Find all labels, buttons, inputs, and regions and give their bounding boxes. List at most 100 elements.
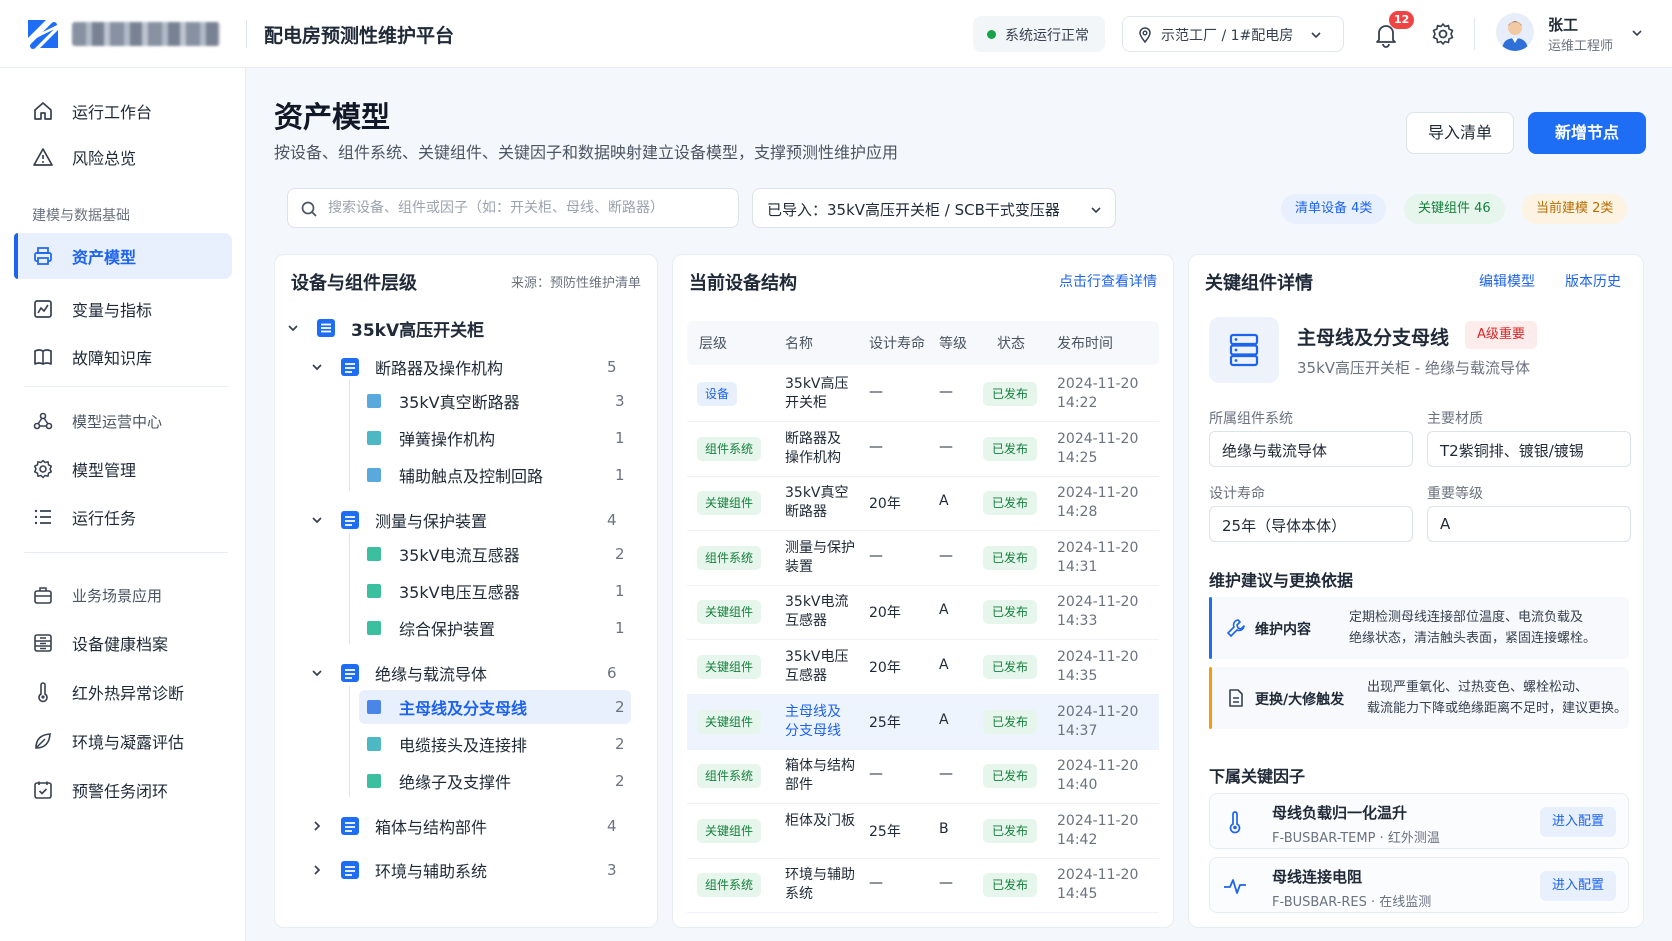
table-row[interactable]: 关键组件 柜体及门板 25年 B 已发布 2024-11-20 14:42 xyxy=(687,804,1159,859)
tree-node-leaf[interactable]: 35kV真空断路器 3 xyxy=(359,384,631,418)
tree-leaf-label: 绝缘子及支撑件 xyxy=(399,773,512,792)
user-name[interactable]: 张工 xyxy=(1548,14,1578,35)
factor-code: F-BUSBAR-RES · 在线监测 xyxy=(1272,895,1432,910)
flow-icon xyxy=(33,412,53,430)
divider xyxy=(246,20,247,48)
status-badge: 已发布 xyxy=(983,382,1038,406)
table-row[interactable]: 设备 35kV高压 开关柜 — — 已发布 2024-11-20 14:22 xyxy=(687,367,1159,422)
version-history-link[interactable]: 版本历史 xyxy=(1565,271,1621,291)
factor-item[interactable]: 母线负载归一化温升 F-BUSBAR-TEMP · 红外测温 进入配置 xyxy=(1209,793,1629,849)
table-row[interactable]: 关键组件 主母线及 分支母线 25年 A 已发布 2024-11-20 14:37 xyxy=(687,694,1159,750)
tree-count: 6 xyxy=(607,664,617,682)
table-row[interactable]: 关键组件 35kV电压 互感器 20年 A 已发布 2024-11-20 14:35 xyxy=(687,640,1159,695)
chip-current-modeling[interactable]: 当前建模 2类 xyxy=(1522,194,1628,224)
sidebar-item-asset-model[interactable]: 资产模型 xyxy=(14,233,232,279)
structure-card: 当前设备结构 点击行查看详情 层级 名称 设计寿命 等级 状态 发布时间 设备 3… xyxy=(672,254,1174,928)
status-dot-icon xyxy=(987,30,996,39)
sidebar-item-model-mgmt[interactable]: 模型管理 xyxy=(14,446,232,492)
factor-item[interactable]: 母线连接电阻 F-BUSBAR-RES · 在线监测 进入配置 xyxy=(1209,857,1629,913)
configure-button[interactable]: 进入配置 xyxy=(1539,807,1616,837)
sidebar-item-fault-kb[interactable]: 故障知识库 xyxy=(14,334,232,380)
search-box[interactable] xyxy=(287,188,739,228)
add-node-button[interactable]: 新增节点 xyxy=(1528,112,1646,154)
row-name-line: 断路器及 xyxy=(785,430,841,447)
edit-model-link[interactable]: 编辑模型 xyxy=(1479,271,1535,291)
row-time: 2024-11-20 14:35 xyxy=(1057,648,1138,686)
module-icon xyxy=(341,511,359,529)
table-row[interactable]: 组件系统 环境与辅助 系统 — — 已发布 2024-11-20 14:45 xyxy=(687,858,1159,914)
row-time: 2024-11-20 14:22 xyxy=(1057,375,1138,413)
maintenance-advice: 维护内容 定期检测母线连接部位温度、电流负载及 绝缘状态，清洁触头表面，紧固连接… xyxy=(1209,597,1629,659)
card-title: 当前设备结构 xyxy=(689,273,797,294)
location-select[interactable]: 示范工厂 / 1#配电房 xyxy=(1122,16,1344,52)
tree-node-leaf[interactable]: 辅助触点及控制回路 1 xyxy=(359,458,631,492)
module-icon xyxy=(341,817,359,835)
system-field[interactable]: 绝缘与载流导体 xyxy=(1209,431,1413,467)
row-life: — xyxy=(869,547,883,564)
row-name: 柜体及门板 xyxy=(785,812,857,831)
imported-select[interactable]: 已导入：35kV高压开关柜 / SCB干式变压器 xyxy=(752,188,1116,228)
tree-leaf-marker xyxy=(367,737,381,751)
tree-node-group[interactable]: 断路器及操作机构 5 xyxy=(309,350,629,384)
row-time: 2024-11-20 14:40 xyxy=(1057,757,1138,795)
gear-icon[interactable] xyxy=(1430,21,1456,47)
section-label: 建模与数据基础 xyxy=(32,208,130,224)
tree-count: 1 xyxy=(615,619,625,637)
field-label: 设计寿命 xyxy=(1209,486,1265,502)
tree-node-leaf[interactable]: 综合保护装置 1 xyxy=(359,611,631,645)
level-tag: 组件系统 xyxy=(697,873,762,898)
col-grade: 等级 xyxy=(939,336,967,352)
chevron-down-icon[interactable] xyxy=(1630,26,1644,40)
sidebar-item-label: 模型管理 xyxy=(72,461,137,480)
tree-node-leaf[interactable]: 绝缘子及支撑件 2 xyxy=(359,764,631,798)
user-role: 运维工程师 xyxy=(1548,39,1614,54)
sidebar-item-run-tasks[interactable]: 运行任务 xyxy=(14,494,232,540)
table-row[interactable]: 关键组件 35kV真空 断路器 20年 A 已发布 2024-11-20 14:28 xyxy=(687,476,1159,532)
tree-node-leaf[interactable]: 电缆接头及连接排 2 xyxy=(359,727,631,761)
grade-field[interactable]: A xyxy=(1427,506,1631,542)
sidebar-item-risk[interactable]: 风险总览 xyxy=(14,134,232,180)
sidebar-item-label: 故障知识库 xyxy=(72,349,153,368)
tree-node-group[interactable]: 环境与辅助系统 3 xyxy=(309,853,629,887)
sidebar-item-health-archive[interactable]: 设备健康档案 xyxy=(14,620,232,666)
sidebar-item-alert-loop[interactable]: 预警任务闭环 xyxy=(14,767,232,813)
view-detail-link[interactable]: 点击行查看详情 xyxy=(1059,271,1157,291)
row-name: 35kV电流 互感器 xyxy=(785,593,857,631)
tree-count: 1 xyxy=(615,429,625,447)
tree-root-label: 35kV高压开关柜 xyxy=(351,320,485,341)
table-row[interactable]: 组件系统 测量与保护 装置 — — 已发布 2024-11-20 14:31 xyxy=(687,531,1159,586)
tree-node-group[interactable]: 测量与保护装置 4 xyxy=(309,503,629,537)
table-row[interactable]: 组件系统 箱体与结构 部件 — — 已发布 2024-11-20 14:40 xyxy=(687,749,1159,805)
tree-node-leaf[interactable]: 主母线及分支母线 2 xyxy=(359,690,631,724)
row-name-line: 系统 xyxy=(785,886,813,903)
notification-badge: 12 xyxy=(1389,11,1415,29)
sidebar-item-infrared[interactable]: 红外热异常诊断 xyxy=(14,669,232,715)
tree-group-label: 测量与保护装置 xyxy=(375,512,488,531)
table-row[interactable]: 关键组件 35kV电流 互感器 20年 A 已发布 2024-11-20 14:33 xyxy=(687,585,1159,641)
tree-node-root[interactable]: 35kV高压开关柜 xyxy=(285,311,484,345)
row-name: 断路器及 操作机构 xyxy=(785,430,857,468)
search-input[interactable] xyxy=(328,197,728,219)
import-list-button[interactable]: 导入清单 xyxy=(1406,112,1514,154)
avatar[interactable] xyxy=(1496,13,1534,51)
tree-leaf-marker xyxy=(367,547,381,561)
sidebar-item-variables[interactable]: 变量与指标 xyxy=(14,286,232,332)
tree-node-group[interactable]: 绝缘与载流导体 6 xyxy=(309,656,629,690)
table-row[interactable]: 组件系统 断路器及 操作机构 — — 已发布 2024-11-20 14:25 xyxy=(687,422,1159,477)
tree-node-group[interactable]: 箱体与结构部件 4 xyxy=(309,809,629,843)
sidebar-item-workbench[interactable]: 运行工作台 xyxy=(14,88,232,134)
life-field[interactable]: 25年（导体本体） xyxy=(1209,506,1413,542)
row-name-line: 分支母线 xyxy=(785,722,841,739)
imported-text: 已导入：35kV高压开关柜 / SCB干式变压器 xyxy=(767,201,1060,219)
material-field[interactable]: T2紫铜排、镀银/镀锡 xyxy=(1427,431,1631,467)
chip-list-devices[interactable]: 清单设备 4类 xyxy=(1281,194,1387,224)
configure-button[interactable]: 进入配置 xyxy=(1539,871,1616,901)
row-name-line: 环境与辅助 xyxy=(785,867,855,884)
tree-node-leaf[interactable]: 35kV电压互感器 1 xyxy=(359,574,631,608)
row-name-line: 部件 xyxy=(785,777,813,794)
tree-node-leaf[interactable]: 弹簧操作机构 1 xyxy=(359,421,631,455)
chip-key-components[interactable]: 关键组件 46 xyxy=(1404,194,1505,224)
sidebar-item-environment[interactable]: 环境与凝露评估 xyxy=(14,718,232,764)
card-title: 设备与组件层级 xyxy=(291,273,417,294)
tree-node-leaf[interactable]: 35kV电流互感器 2 xyxy=(359,537,631,571)
